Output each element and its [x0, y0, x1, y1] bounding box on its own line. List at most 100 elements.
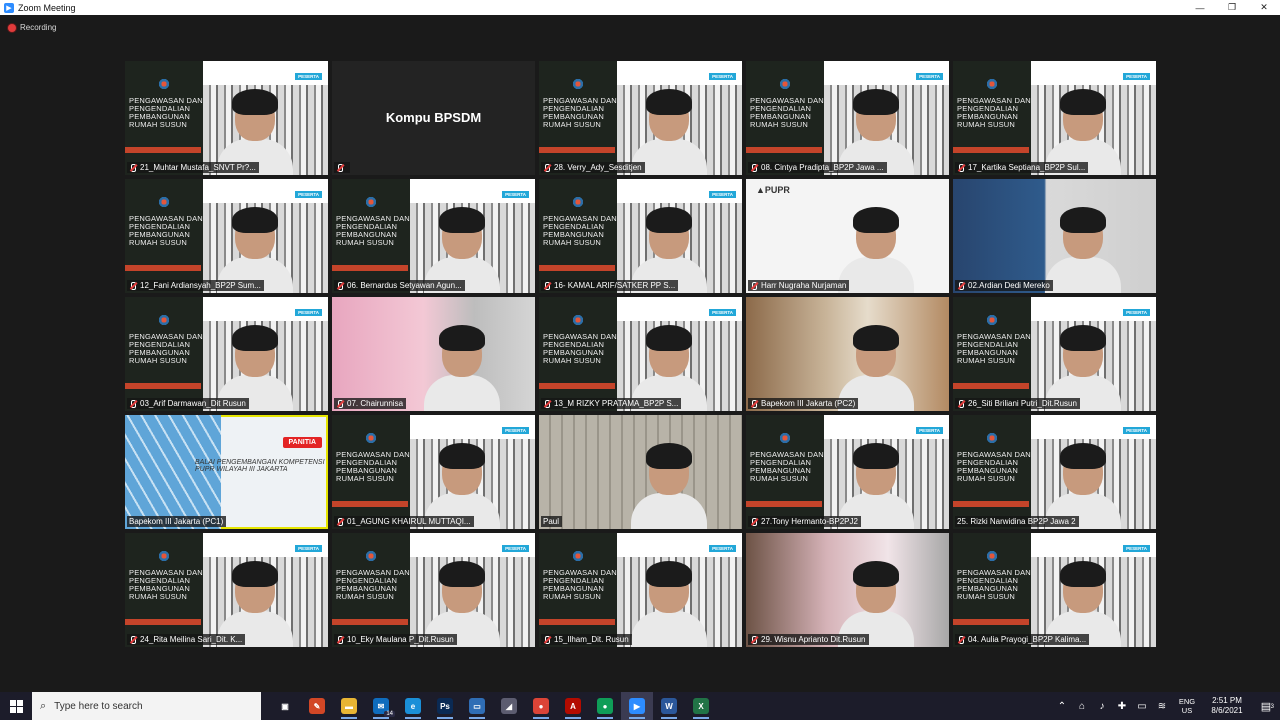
taskbar-app-zoom[interactable]: ▶: [621, 692, 653, 720]
poster-date-bar: [539, 265, 615, 271]
virtual-background-panel: PENGAWASAN DAN PENGENDALIAN PEMBANGUNAN RUM…: [125, 179, 203, 293]
edge-icon: e: [405, 698, 421, 714]
poster-date-bar: [953, 501, 1029, 507]
participant-name-label: Paul: [541, 516, 563, 527]
participant-name: 02.Ardian Dedi Mereko: [968, 281, 1050, 290]
peserta-badge: PESERTA: [1123, 309, 1150, 316]
participant-name: 12_Fani Ardiansyah_BP2P Sum...: [140, 281, 261, 290]
antivirus-icon[interactable]: ✚: [1112, 701, 1132, 712]
windows-taskbar: ⌕ Type here to search ▣ ✎ ▬ ✉ 14 e Ps ▭ ◢ ● A ● ▶ W X …: [0, 692, 1280, 720]
taskbar-app-word[interactable]: W: [653, 692, 685, 720]
participant-name-label: 29. Wisnu Aprianto Dit.Rusun: [748, 634, 869, 645]
participant-video-tile[interactable]: PENGAWASAN DAN PENGENDALIAN PEMBANGUNAN RUM…: [953, 415, 1156, 529]
participant-video-tile[interactable]: PENGAWASAN DAN PENGENDALIAN PEMBANGUNAN RUM…: [953, 61, 1156, 175]
participant-video-tile[interactable]: 29. Wisnu Aprianto Dit.Rusun: [746, 533, 949, 647]
participant-video-tile[interactable]: PENGAWASAN DAN PENGENDALIAN PEMBANGUNAN RUM…: [125, 179, 328, 293]
participant-video-tile[interactable]: PENGAWASAN DAN PENGENDALIAN PEMBANGUNAN RUM…: [539, 533, 742, 647]
close-button[interactable]: ✕: [1248, 0, 1280, 15]
participant-name: 21_Muhtar Mustafa_SNVT Pr?...: [140, 163, 256, 172]
participant-name: 07. Chairunnisa: [347, 399, 404, 408]
participant-video-tile[interactable]: Paul: [539, 415, 742, 529]
taskbar-app-pen-app[interactable]: ✎: [301, 692, 333, 720]
participant-name: 04. Aulia Prayogi_BP2P Kalima...: [968, 635, 1087, 644]
windows-start-icon[interactable]: [0, 692, 32, 720]
background-poster-title: PENGAWASAN DAN PENGENDALIAN PEMBANGUNAN RUM…: [129, 568, 203, 601]
virtual-background-panel: PENGAWASAN DAN PENGENDALIAN PEMBANGUNAN RUM…: [539, 61, 617, 175]
language-indicator[interactable]: ENG US: [1172, 697, 1202, 715]
taskbar-app-chrome-profile[interactable]: ●: [589, 692, 621, 720]
recording-indicator[interactable]: Recording: [8, 23, 56, 32]
participant-video-tile[interactable]: 02.Ardian Dedi Mereko: [953, 179, 1156, 293]
participant-name-label: 21_Muhtar Mustafa_SNVT Pr?...: [127, 162, 259, 173]
bpsdm-logo-icon: [985, 433, 999, 443]
system-clock[interactable]: 2:51 PM 8/6/2021: [1202, 696, 1252, 716]
participant-video-tile[interactable]: Kompu BPSDM: [332, 61, 535, 175]
taskbar-app-remote-desktop[interactable]: ▭: [461, 692, 493, 720]
participant-video-tile[interactable]: PENGAWASAN DAN PENGENDALIAN PEMBANGUNAN RUM…: [539, 179, 742, 293]
bpsdm-logo-icon: [571, 197, 585, 207]
wifi-icon[interactable]: ≋: [1152, 701, 1172, 712]
participant-name: 27.Tony Hermanto-BP2PJ2: [761, 517, 858, 526]
taskbar-app-app[interactable]: ◢: [493, 692, 525, 720]
participant-name: 03_Arif Darmawan_Dit Rusun: [140, 399, 246, 408]
participant-video-tile[interactable]: PENGAWASAN DAN PENGENDALIAN PEMBANGUNAN RUM…: [746, 415, 949, 529]
participant-video-tile[interactable]: PENGAWASAN DAN PENGENDALIAN PEMBANGUNAN RUM…: [125, 297, 328, 411]
participant-video-tile[interactable]: PENGAWASAN DAN PENGENDALIAN PEMBANGUNAN RUM…: [539, 297, 742, 411]
mic-muted-icon: [336, 635, 344, 644]
poster-date-bar: [746, 147, 822, 153]
volume-icon[interactable]: ♪: [1092, 701, 1112, 712]
taskbar-app-photoshop[interactable]: Ps: [429, 692, 461, 720]
participant-video-tile[interactable]: PENGAWASAN DAN PENGENDALIAN PEMBANGUNAN RUM…: [332, 415, 535, 529]
participant-video-tile[interactable]: PENGAWASAN DAN PENGENDALIAN PEMBANGUNAN RUM…: [539, 61, 742, 175]
poster-date-bar: [332, 265, 408, 271]
participant-video-tile[interactable]: PENGAWASAN DAN PENGENDALIAN PEMBANGUNAN RUM…: [953, 533, 1156, 647]
participant-video-tile[interactable]: PENGAWASAN DAN PENGENDALIAN PEMBANGUNAN RUM…: [125, 61, 328, 175]
taskbar-app-acrobat[interactable]: A: [557, 692, 589, 720]
minimize-button[interactable]: —: [1184, 0, 1216, 15]
participant-video-tile[interactable]: PENGAWASAN DAN PENGENDALIAN PEMBANGUNAN RUM…: [332, 179, 535, 293]
panitia-badge: PANITIA: [282, 437, 322, 448]
taskbar-pinned-apps: ▣ ✎ ▬ ✉ 14 e Ps ▭ ◢ ● A ● ▶ W X: [269, 692, 717, 720]
poster-date-bar: [332, 501, 408, 507]
taskbar-app-edge[interactable]: e: [397, 692, 429, 720]
participant-video-tile[interactable]: PANITIA BALAI PENGEMBANGAN KOMPETENSI PUP…: [125, 415, 328, 529]
chevron-up-icon[interactable]: ⌃: [1052, 701, 1072, 712]
clock-date: 8/6/2021: [1211, 706, 1243, 715]
participant-name: 10_Eky Maulana P_Dit.Rusun: [347, 635, 454, 644]
virtual-background-panel: PENGAWASAN DAN PENGENDALIAN PEMBANGUNAN RUM…: [332, 415, 410, 529]
participant-video-tile[interactable]: PENGAWASAN DAN PENGENDALIAN PEMBANGUNAN RUM…: [953, 297, 1156, 411]
participant-video-feed: [627, 437, 711, 529]
participant-video-tile[interactable]: PENGAWASAN DAN PENGENDALIAN PEMBANGUNAN RUM…: [332, 533, 535, 647]
display-icon[interactable]: ▭: [1132, 701, 1152, 712]
participant-name-label: 17_Kartika Septiana_BP2P Sul...: [955, 162, 1089, 173]
participant-name-label: 02.Ardian Dedi Mereko: [955, 280, 1053, 291]
peserta-badge: PESERTA: [1123, 73, 1150, 80]
pupr-logo-icon: ▲PUPR: [756, 185, 790, 195]
notification-count: 3: [1270, 703, 1274, 710]
unread-count-badge: 14: [384, 711, 395, 717]
mic-muted-icon: [129, 399, 137, 408]
window-title: Zoom Meeting: [18, 2, 76, 13]
participant-video-tile[interactable]: ▲PUPR Harr Nugraha Nurjaman: [746, 179, 949, 293]
participant-name-label: 10_Eky Maulana P_Dit.Rusun: [334, 634, 457, 645]
window-titlebar: ▶ Zoom Meeting — ❐ ✕: [0, 0, 1280, 15]
taskbar-app-chrome[interactable]: ●: [525, 692, 557, 720]
taskbar-app-mail[interactable]: ✉ 14: [365, 692, 397, 720]
taskbar-app-excel[interactable]: X: [685, 692, 717, 720]
notification-center-icon[interactable]: ▤ 3: [1252, 700, 1280, 713]
maximize-button[interactable]: ❐: [1216, 0, 1248, 15]
bpsdm-logo-icon: [364, 551, 378, 561]
participant-video-tile[interactable]: Bapekom III Jakarta (PC2): [746, 297, 949, 411]
network-icon[interactable]: ⌂: [1072, 701, 1092, 712]
participant-video-tile[interactable]: PENGAWASAN DAN PENGENDALIAN PEMBANGUNAN RUM…: [125, 533, 328, 647]
mic-muted-icon: [543, 399, 551, 408]
peserta-badge: PESERTA: [502, 545, 529, 552]
keyboard-layout: US: [1181, 706, 1193, 715]
participant-video-tile[interactable]: 07. Chairunnisa: [332, 297, 535, 411]
taskbar-app-file-explorer[interactable]: ▬: [333, 692, 365, 720]
bpsdm-logo-icon: [985, 551, 999, 561]
taskbar-app-task-view[interactable]: ▣: [269, 692, 301, 720]
participant-name-label: 13_M RIZKY PRATAMA_BP2P S...: [541, 398, 682, 409]
taskbar-search-box[interactable]: ⌕ Type here to search: [32, 692, 261, 720]
participant-video-tile[interactable]: PENGAWASAN DAN PENGENDALIAN PEMBANGUNAN RUM…: [746, 61, 949, 175]
